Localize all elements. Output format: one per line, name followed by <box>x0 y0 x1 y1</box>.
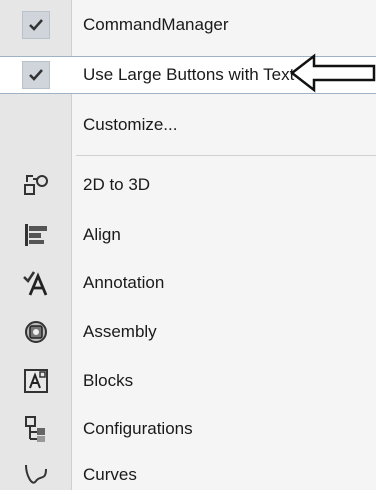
toolbar-context-menu: CommandManager Use Large Buttons with Te… <box>0 0 376 490</box>
annotation-icon <box>22 269 50 297</box>
checkmark-icon <box>22 61 50 89</box>
menu-item-label: Align <box>83 225 121 244</box>
curves-icon <box>22 461 50 489</box>
menu-item-customize[interactable]: Customize... <box>0 106 376 144</box>
menu-item-assembly[interactable]: Assembly <box>0 313 376 351</box>
menu-item-configurations[interactable]: Configurations <box>0 410 376 448</box>
menu-item-label: Assembly <box>83 322 157 341</box>
menu-item-label: Curves <box>83 465 137 484</box>
menu-separator <box>76 155 376 156</box>
menu-item-label: Blocks <box>83 371 134 390</box>
blocks-icon <box>22 367 50 395</box>
menu-item-label: Customize... <box>83 115 178 134</box>
menu-item-2d-to-3d[interactable]: 2D to 3D <box>0 166 376 204</box>
menu-item-annotation[interactable]: Annotation <box>0 264 376 302</box>
menu-item-commandmanager[interactable]: CommandManager <box>0 6 376 44</box>
menu-item-label: 2D to 3D <box>83 175 151 194</box>
2d-to-3d-icon <box>22 171 50 199</box>
menu-item-curves[interactable]: Curves <box>0 456 376 494</box>
menu-item-label: Configurations <box>83 419 193 438</box>
menu-item-label: CommandManager <box>83 15 229 34</box>
checkmark-icon <box>22 11 50 39</box>
configurations-icon <box>22 415 50 443</box>
menu-item-blocks[interactable]: Blocks <box>0 362 376 400</box>
menu-item-align[interactable]: Align <box>0 216 376 254</box>
menu-item-label: Annotation <box>83 273 165 292</box>
assembly-icon <box>22 318 50 346</box>
align-icon <box>22 221 50 249</box>
left-arrow-icon <box>289 52 376 99</box>
menu-item-label: Use Large Buttons with Text <box>83 65 295 84</box>
